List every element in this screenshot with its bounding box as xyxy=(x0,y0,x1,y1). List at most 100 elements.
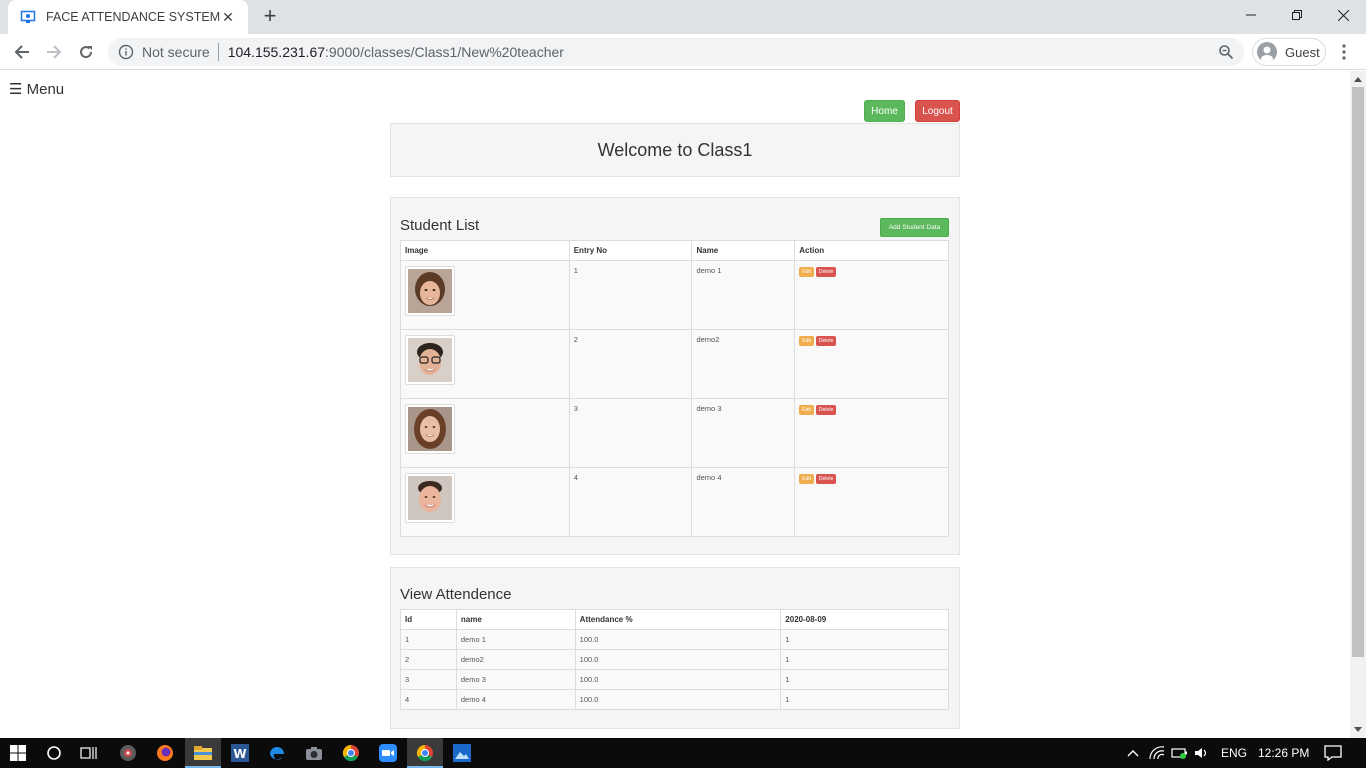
table-row: 4 demo 4 Edit Delete xyxy=(400,467,949,537)
file-explorer-icon[interactable] xyxy=(194,744,212,762)
volume-icon[interactable] xyxy=(1193,744,1211,762)
media-app-icon[interactable] xyxy=(119,744,137,762)
attendance-panel: View Attendence Id name Attendance % 202… xyxy=(390,567,960,729)
image-cell xyxy=(400,467,570,537)
edit-button[interactable]: Edit xyxy=(799,336,814,346)
back-arrow-icon[interactable] xyxy=(10,40,34,64)
delete-button[interactable]: Delete xyxy=(815,474,837,484)
image-cell xyxy=(400,260,570,330)
url-host: 104.155.231.67 xyxy=(227,44,326,60)
minimize-icon[interactable] xyxy=(1228,0,1274,30)
windows-start-icon[interactable] xyxy=(9,744,27,762)
tab-title: FACE ATTENDANCE SYSTEM xyxy=(46,10,220,24)
id-cell: 2 xyxy=(400,649,457,670)
browser-tab-strip: FACE ATTENDANCE SYSTEM ✕ + xyxy=(0,0,1366,34)
browser-tab[interactable]: FACE ATTENDANCE SYSTEM ✕ xyxy=(8,0,248,34)
browser-toolbar: Not secure 104.155.231.67:9000/classes/C… xyxy=(0,34,1366,70)
zoom-icon[interactable] xyxy=(1218,44,1234,60)
table-row: 3 demo 3 100.0 1 xyxy=(400,669,949,690)
notifications-icon[interactable] xyxy=(1324,744,1342,762)
clock[interactable]: 12:26 PM xyxy=(1258,746,1309,760)
action-cell: Edit Delete xyxy=(794,260,949,330)
url-text[interactable]: 104.155.231.67:9000/classes/Class1/New%2… xyxy=(228,44,564,60)
table-header-row: Id name Attendance % 2020-08-09 xyxy=(400,609,949,630)
column-header: Attendance % xyxy=(574,609,782,630)
date-cell: 1 xyxy=(780,629,949,650)
show-hidden-icons-icon[interactable] xyxy=(1124,744,1142,762)
taskbar: W ENG 12:26 PM xyxy=(0,738,1366,768)
edit-button[interactable]: Edit xyxy=(799,405,814,415)
delete-button[interactable]: Delete xyxy=(815,405,837,415)
word-icon[interactable]: W xyxy=(231,744,249,762)
info-icon[interactable] xyxy=(118,44,134,60)
new-tab-icon[interactable]: + xyxy=(258,5,282,29)
security-label: Not secure xyxy=(142,44,210,60)
home-button[interactable]: Home xyxy=(864,100,905,122)
divider xyxy=(217,43,219,61)
table-row: 2 demo2 Edit Delete xyxy=(400,329,949,399)
address-bar[interactable]: Not secure 104.155.231.67:9000/classes/C… xyxy=(108,38,1244,66)
wifi-icon[interactable] xyxy=(1148,744,1166,762)
attendance-title: View Attendence xyxy=(400,586,512,603)
date-cell: 1 xyxy=(780,669,949,690)
vertical-scrollbar[interactable] xyxy=(1350,71,1366,738)
entry-cell: 1 xyxy=(568,260,693,330)
search-circle-icon[interactable] xyxy=(45,744,63,762)
column-header: Image xyxy=(400,240,570,261)
percent-cell: 100.0 xyxy=(574,629,782,650)
logout-button[interactable]: Logout xyxy=(915,100,960,122)
chrome-icon[interactable] xyxy=(342,744,360,762)
delete-button[interactable]: Delete xyxy=(815,336,837,346)
scroll-up-icon[interactable] xyxy=(1354,77,1362,82)
percent-cell: 100.0 xyxy=(574,649,782,670)
student-photo xyxy=(405,335,455,385)
column-header: Name xyxy=(691,240,796,261)
url-path: :9000/classes/Class1/New%20teacher xyxy=(325,44,564,60)
date-cell: 1 xyxy=(780,689,949,710)
scroll-down-icon[interactable] xyxy=(1354,727,1362,732)
chrome-active-icon[interactable] xyxy=(416,744,434,762)
percent-cell: 100.0 xyxy=(574,669,782,690)
id-cell: 3 xyxy=(400,669,457,690)
name-cell: demo 1 xyxy=(691,260,796,330)
profile-button[interactable]: Guest xyxy=(1252,38,1326,66)
camera-icon[interactable] xyxy=(305,744,323,762)
photos-icon[interactable] xyxy=(453,744,471,762)
name-cell: demo 3 xyxy=(691,398,796,468)
id-cell: 1 xyxy=(400,629,457,650)
name-cell: demo 1 xyxy=(455,629,576,650)
edge-icon[interactable] xyxy=(268,744,286,762)
task-view-icon[interactable] xyxy=(80,744,98,762)
reload-icon[interactable] xyxy=(74,40,98,64)
svg-text:W: W xyxy=(233,747,246,761)
column-header: name xyxy=(455,609,576,630)
page-title: Welcome to Class1 xyxy=(597,139,753,160)
menu-toggle[interactable]: ☰ Menu xyxy=(9,80,64,98)
language-indicator[interactable]: ENG xyxy=(1221,746,1247,760)
edit-button[interactable]: Edit xyxy=(799,267,814,277)
image-cell xyxy=(400,329,570,399)
window-close-icon[interactable] xyxy=(1320,0,1366,30)
name-cell: demo2 xyxy=(691,329,796,399)
zoom-meeting-icon[interactable] xyxy=(379,744,397,762)
edit-button[interactable]: Edit xyxy=(799,474,814,484)
action-cell: Edit Delete xyxy=(794,467,949,537)
welcome-panel: Welcome to Class1 xyxy=(390,123,960,177)
table-row: 2 demo2 100.0 1 xyxy=(400,649,949,670)
add-student-button[interactable]: Add Student Data xyxy=(880,218,949,237)
student-photo xyxy=(405,473,455,523)
column-header: Action xyxy=(794,240,949,261)
close-icon[interactable]: ✕ xyxy=(220,9,236,26)
battery-icon[interactable] xyxy=(1171,744,1189,762)
entry-cell: 2 xyxy=(568,329,693,399)
name-cell: demo 3 xyxy=(455,669,576,690)
more-options-icon[interactable] xyxy=(1336,42,1352,62)
student-list-title: Student List xyxy=(400,217,480,234)
forward-arrow-icon[interactable] xyxy=(42,40,66,64)
scrollbar-thumb[interactable] xyxy=(1352,87,1364,657)
restore-icon[interactable] xyxy=(1274,0,1320,30)
table-row: 1 demo 1 Edit Delete xyxy=(400,260,949,330)
firefox-icon[interactable] xyxy=(156,744,174,762)
percent-cell: 100.0 xyxy=(574,689,782,710)
delete-button[interactable]: Delete xyxy=(815,267,837,277)
